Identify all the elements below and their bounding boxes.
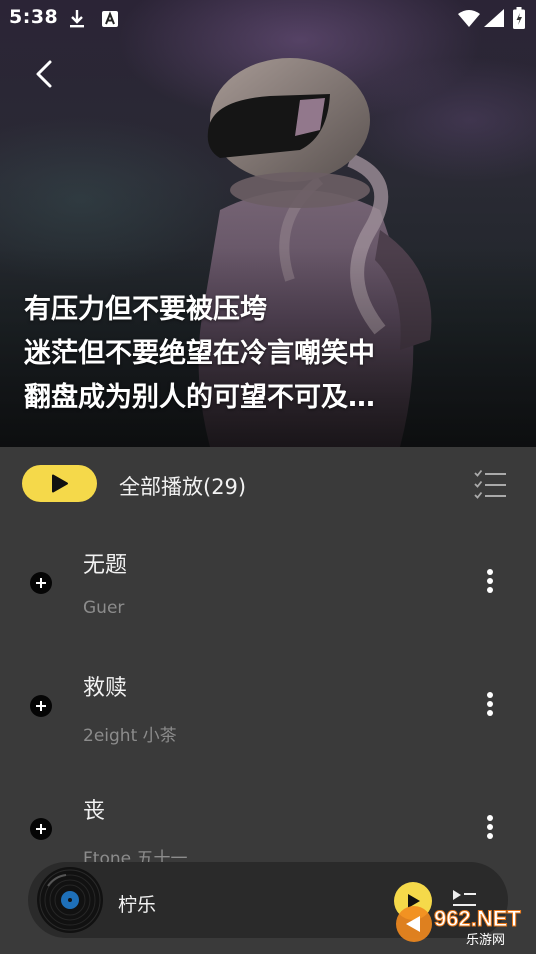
download-icon — [70, 10, 84, 28]
wifi-icon — [458, 10, 480, 27]
more-options-icon[interactable] — [483, 815, 497, 845]
quote-line: 有压力但不要被压垮 — [24, 294, 267, 325]
quote-line: 翻盘成为别人的可望不可及… — [24, 382, 375, 413]
more-options-icon[interactable] — [483, 569, 497, 599]
signal-icon — [484, 9, 504, 27]
now-playing-title: 柠乐 — [118, 894, 157, 916]
song-title: 救赎 — [83, 676, 128, 701]
svg-text:乐游网: 乐游网 — [466, 933, 505, 948]
song-row[interactable]: 无题 Guer — [0, 523, 536, 646]
play-all-button[interactable] — [22, 465, 97, 502]
svg-text:962.NET: 962.NET — [434, 906, 521, 931]
vinyl-disc-icon — [37, 867, 103, 933]
add-to-playlist-icon[interactable] — [30, 695, 52, 717]
list-check-icon[interactable] — [473, 469, 507, 499]
add-to-playlist-icon[interactable] — [30, 572, 52, 594]
song-title: 丧 — [83, 799, 106, 824]
song-row[interactable]: 救赎 2eight 小茶 — [0, 646, 536, 769]
site-watermark-logo: 962.NET 乐游网 — [396, 906, 522, 948]
song-title: 无题 — [83, 553, 128, 578]
more-options-icon[interactable] — [483, 692, 497, 722]
song-artist: 2eight 小茶 — [83, 726, 177, 746]
battery-icon — [513, 7, 525, 29]
chevron-left-icon[interactable] — [28, 56, 64, 92]
a-badge-icon — [102, 11, 118, 27]
quote-line: 迷茫但不要绝望在冷言嘲笑中 — [24, 338, 375, 369]
play-icon — [52, 474, 68, 493]
status-time: 5:38 — [9, 6, 59, 28]
status-bar: 5:38 — [0, 0, 536, 36]
play-all-label[interactable]: 全部播放(29) — [119, 471, 246, 501]
song-artist: Guer — [83, 598, 125, 618]
header-quote: 有压力但不要被压垮 迷茫但不要绝望在冷言嘲笑中 翻盘成为别人的可望不可及… — [24, 288, 524, 420]
play-all-bar: 全部播放(29) — [0, 447, 536, 523]
add-to-playlist-icon[interactable] — [30, 818, 52, 840]
header-banner: 5:38 有压力但不要被压垮 迷茫但不要绝望在冷言嘲笑中 翻盘成为别人的可望不可… — [0, 0, 536, 447]
